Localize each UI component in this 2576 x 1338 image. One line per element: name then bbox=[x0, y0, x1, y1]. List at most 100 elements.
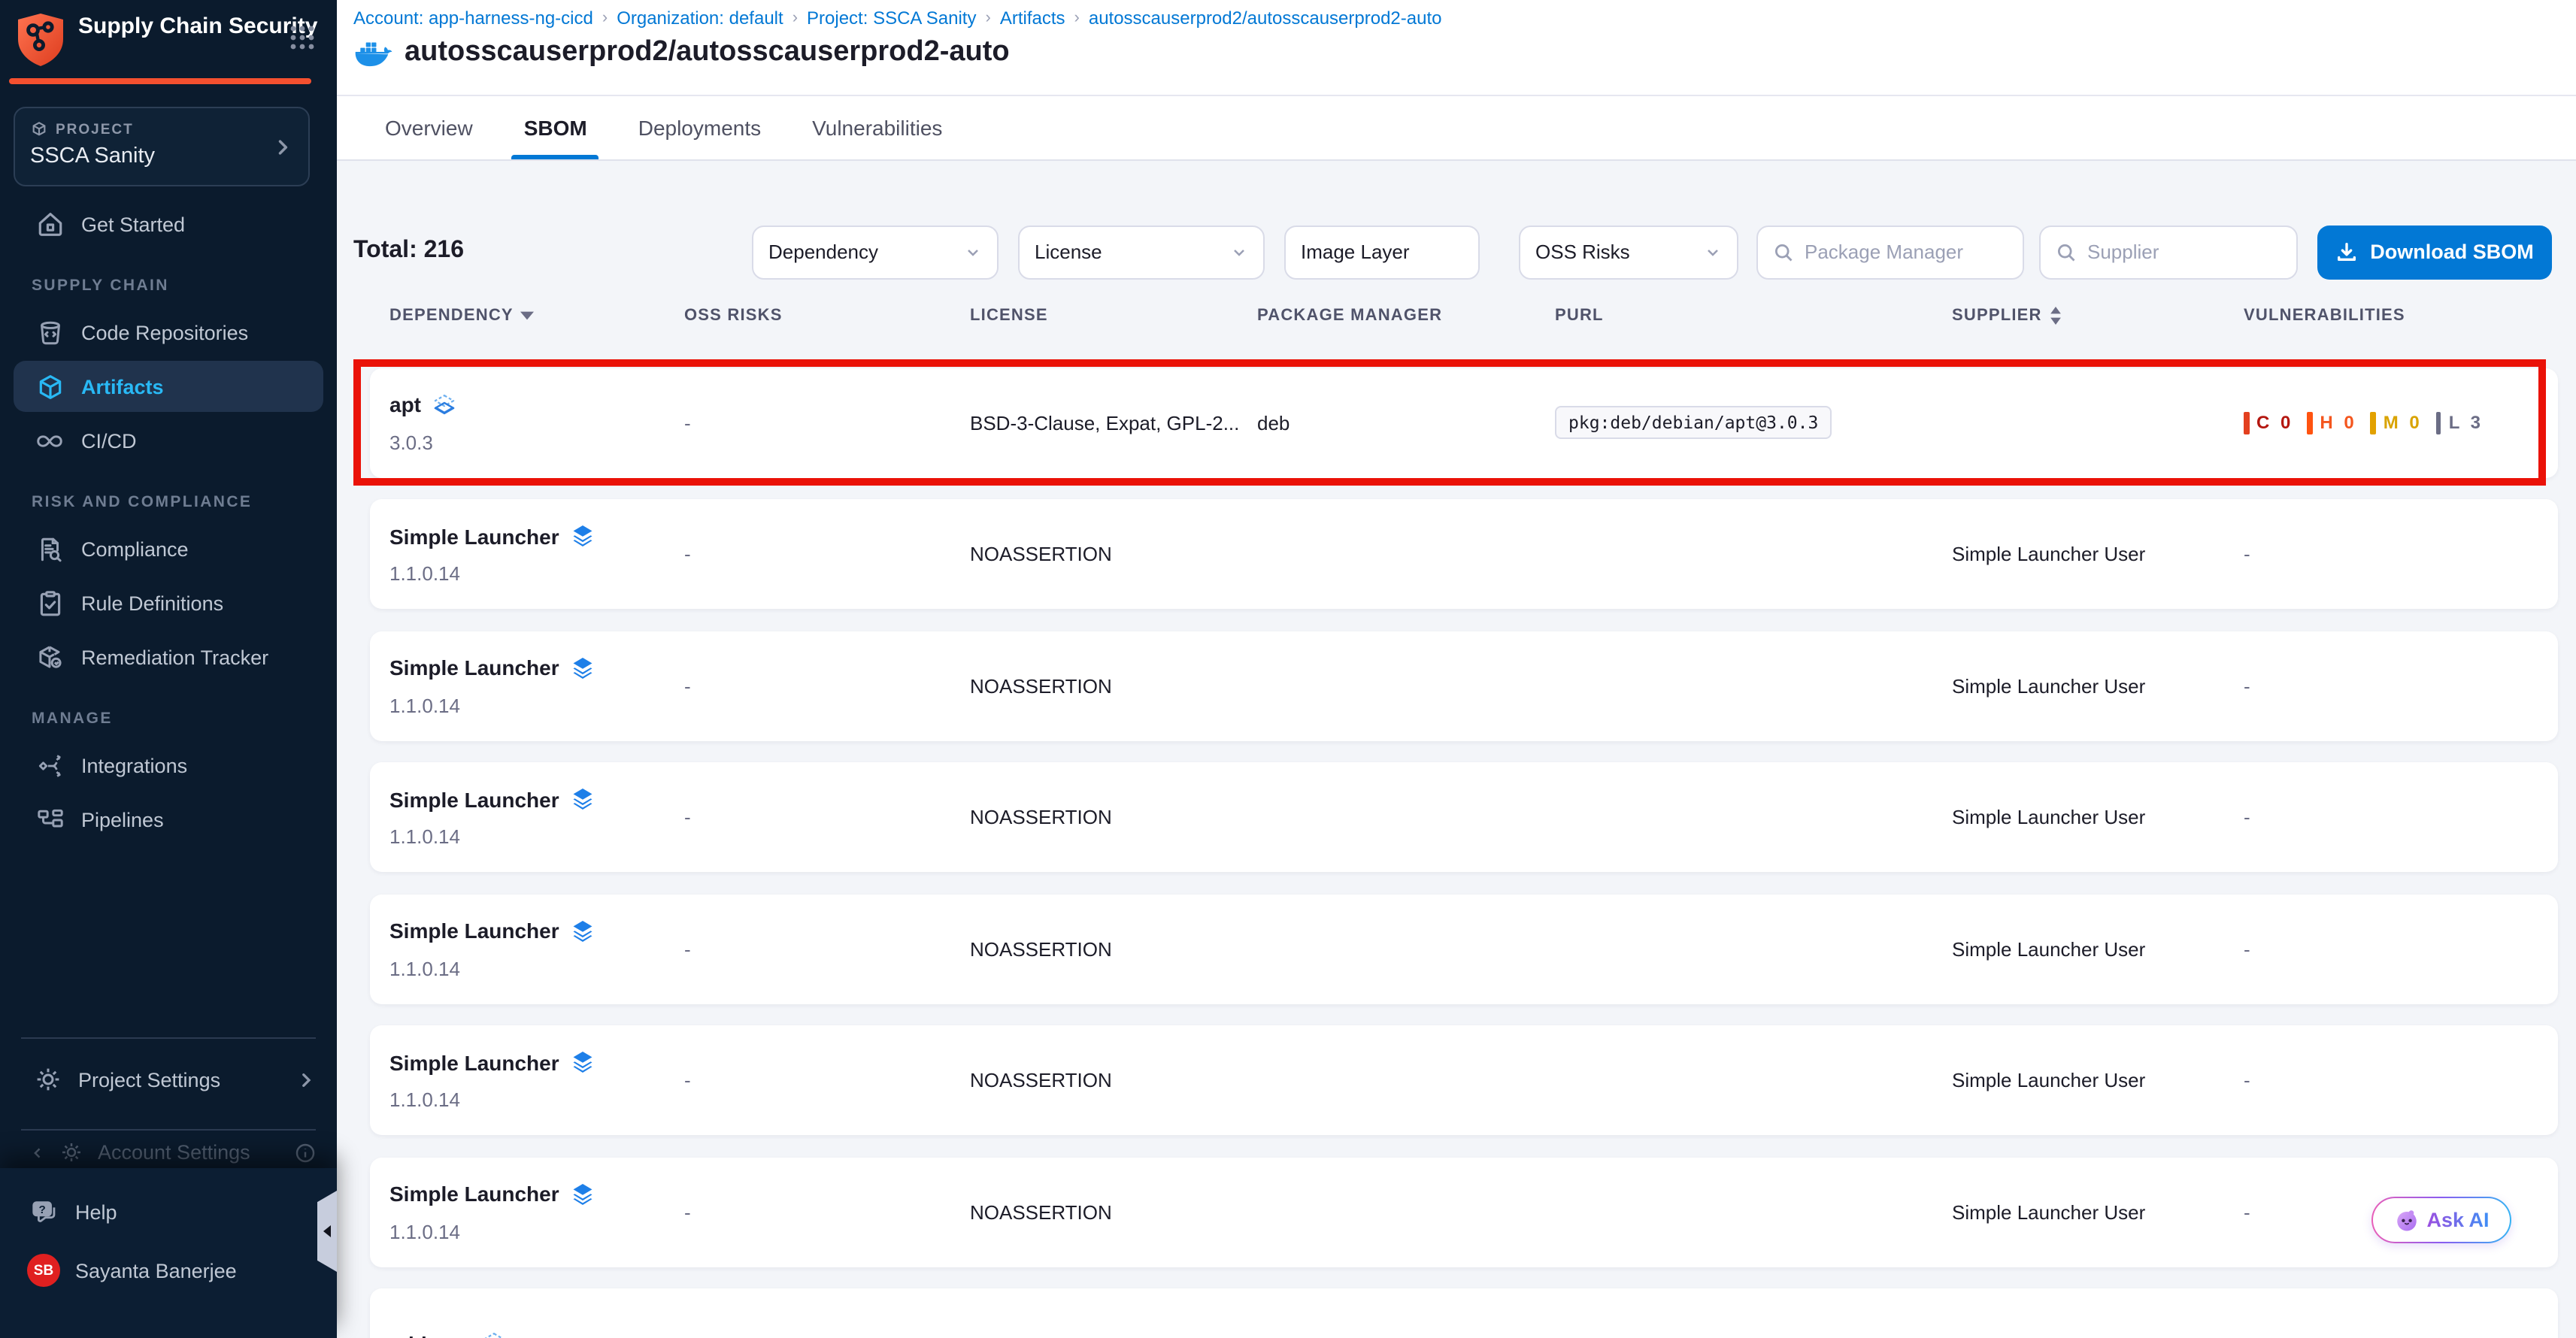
column-header-purl[interactable]: PURL bbox=[1555, 306, 1952, 324]
sidebar-item-ci-cd[interactable]: CI/CD bbox=[14, 415, 323, 466]
filter-image-layer[interactable]: Image Layer bbox=[1284, 225, 1480, 279]
page-header: Account: app-harness-ng-cicd › Organizatio… bbox=[337, 0, 2576, 95]
dependency-version: 1.1.0.14 bbox=[389, 562, 684, 585]
ask-ai-button[interactable]: Ask AI bbox=[2371, 1196, 2511, 1243]
breadcrumb-separator: › bbox=[985, 9, 990, 27]
table-row[interactable]: adduser bbox=[370, 1288, 2558, 1337]
severity-count: L 3 bbox=[2449, 412, 2484, 433]
layers-filled-icon bbox=[570, 523, 596, 549]
supplier-value: Simple Launcher User bbox=[1952, 1069, 2244, 1091]
divider bbox=[21, 1037, 316, 1039]
module-grid-icon[interactable] bbox=[289, 24, 316, 51]
project-settings-label: Project Settings bbox=[78, 1068, 220, 1091]
project-label: PROJECT bbox=[56, 121, 134, 138]
filter-dependency[interactable]: Dependency bbox=[752, 225, 999, 279]
sbom-content: Total: 216 Dependency License Image Laye… bbox=[337, 160, 2576, 1337]
clipboard-check-icon bbox=[35, 589, 65, 617]
download-sbom-label: Download SBOM bbox=[2370, 241, 2534, 263]
download-sbom-button[interactable]: Download SBOM bbox=[2317, 225, 2552, 279]
sidebar-item-account-settings[interactable]: Account Settings bbox=[0, 1135, 337, 1170]
oss-risks-value: - bbox=[684, 543, 970, 565]
filter-oss-risks[interactable]: OSS Risks bbox=[1519, 225, 1738, 279]
sidebar-item-integrations[interactable]: Integrations bbox=[14, 740, 323, 791]
repo-icon bbox=[35, 318, 65, 347]
avatar: SB bbox=[27, 1254, 60, 1287]
table-row[interactable]: apt3.0.3-BSD-3-Clause, Expat, GPL-2...de… bbox=[370, 368, 2558, 477]
sidebar-item-get-started[interactable]: Get Started bbox=[14, 198, 323, 250]
nav-item-label: Compliance bbox=[81, 537, 189, 560]
column-header-license[interactable]: LICENSE bbox=[970, 306, 1257, 324]
sbom-rows: apt3.0.3-BSD-3-Clause, Expat, GPL-2...de… bbox=[370, 368, 2558, 1337]
chevron-down-icon bbox=[1230, 243, 1248, 261]
breadcrumb-link[interactable]: Organization: default bbox=[617, 8, 783, 29]
ask-ai-label: Ask AI bbox=[2426, 1208, 2489, 1231]
dependency-name: Simple Launcher bbox=[389, 1182, 559, 1206]
sidebar-bottom-panel: ? Help SB Sayanta Banerjee bbox=[0, 1168, 337, 1338]
table-row[interactable]: Simple Launcher1.1.0.14-NOASSERTIONSimpl… bbox=[370, 1157, 2558, 1267]
search-icon bbox=[1773, 241, 1794, 262]
supplier-value: Simple Launcher User bbox=[1952, 674, 2244, 697]
vulnerabilities-cell: - bbox=[2244, 543, 2558, 565]
user-menu[interactable]: SB Sayanta Banerjee bbox=[0, 1239, 337, 1299]
filter-dependency-label: Dependency bbox=[768, 241, 878, 263]
table-row[interactable]: Simple Launcher1.1.0.14-NOASSERTIONSimpl… bbox=[370, 762, 2558, 872]
tab-vulnerabilities[interactable]: Vulnerabilities bbox=[812, 95, 942, 159]
account-settings-label: Account Settings bbox=[98, 1141, 250, 1164]
tab-bar: Overview SBOM Deployments Vulnerabilities bbox=[337, 95, 2576, 160]
license-value: BSD-3-Clause, Expat, GPL-2... bbox=[970, 411, 1257, 434]
severity-badge-high: H 0 bbox=[2307, 411, 2356, 434]
integrations-icon bbox=[35, 751, 65, 779]
sidebar-item-help[interactable]: ? Help bbox=[0, 1168, 337, 1239]
infinity-icon bbox=[35, 426, 65, 455]
filter-oss-risks-label: OSS Risks bbox=[1535, 241, 1630, 263]
sidebar-item-artifacts[interactable]: Artifacts bbox=[14, 361, 323, 412]
package-manager-input[interactable] bbox=[1805, 241, 2008, 263]
dependency-name: Simple Launcher bbox=[389, 919, 559, 943]
home-icon bbox=[35, 210, 65, 238]
breadcrumb-separator: › bbox=[792, 9, 798, 27]
column-header-dependency[interactable]: DEPENDENCY bbox=[389, 306, 684, 324]
sidebar-item-project-settings[interactable]: Project Settings bbox=[0, 1054, 337, 1105]
oss-risks-value: - bbox=[684, 937, 970, 960]
sidebar-collapse-handle[interactable] bbox=[317, 1191, 337, 1272]
breadcrumb-link[interactable]: Artifacts bbox=[1000, 8, 1065, 29]
breadcrumb-link[interactable]: Account: app-harness-ng-cicd bbox=[353, 8, 593, 29]
sidebar-item-remediation-tracker[interactable]: Remediation Tracker bbox=[14, 631, 323, 683]
column-header-oss-risks[interactable]: OSS RISKS bbox=[684, 306, 970, 324]
column-header-vulnerabilities[interactable]: VULNERABILITIES bbox=[2244, 306, 2543, 324]
project-selector[interactable]: PROJECT SSCA Sanity bbox=[14, 107, 310, 186]
breadcrumb-link[interactable]: Project: SSCA Sanity bbox=[807, 8, 976, 29]
tab-deployments[interactable]: Deployments bbox=[638, 95, 761, 159]
package-manager-search bbox=[1756, 225, 2024, 279]
collapse-left-icon bbox=[323, 1225, 331, 1237]
supplier-input[interactable] bbox=[2087, 241, 2281, 263]
license-value: NOASSERTION bbox=[970, 543, 1257, 565]
purl-chip[interactable]: pkg:deb/debian/apt@3.0.3 bbox=[1555, 406, 1832, 439]
filter-license[interactable]: License bbox=[1018, 225, 1265, 279]
breadcrumb-link[interactable]: autosscauserprod2/autosscauserprod2-auto bbox=[1089, 8, 1442, 29]
supply-chain-security-logo-icon bbox=[15, 12, 66, 68]
table-row[interactable]: Simple Launcher1.1.0.14-NOASSERTIONSimpl… bbox=[370, 1025, 2558, 1135]
column-header-package-manager[interactable]: PACKAGE MANAGER bbox=[1257, 306, 1555, 324]
table-row[interactable]: Simple Launcher1.1.0.14-NOASSERTIONSimpl… bbox=[370, 631, 2558, 740]
sidebar-item-rule-definitions[interactable]: Rule Definitions bbox=[14, 577, 323, 628]
tab-sbom[interactable]: SBOM bbox=[524, 95, 587, 159]
sidebar-item-code-repositories[interactable]: Code Repositories bbox=[14, 307, 323, 358]
sidebar-item-compliance[interactable]: Compliance bbox=[14, 523, 323, 574]
dependency-version: 3.0.3 bbox=[389, 431, 684, 453]
layers-outline-icon bbox=[482, 1330, 508, 1337]
supplier-value: Simple Launcher User bbox=[1952, 937, 2244, 960]
dependency-name: Simple Launcher bbox=[389, 787, 559, 811]
column-header-supplier[interactable]: SUPPLIER bbox=[1952, 306, 2244, 324]
nav-section-label: SUPPLY CHAIN bbox=[0, 253, 337, 304]
sidebar-item-pipelines[interactable]: Pipelines bbox=[14, 794, 323, 845]
severity-badge-medium: M 0 bbox=[2371, 411, 2423, 434]
table-row[interactable]: Simple Launcher1.1.0.14-NOASSERTIONSimpl… bbox=[370, 499, 2558, 609]
nav-item-label: Pipelines bbox=[81, 808, 164, 831]
severity-count: M 0 bbox=[2384, 412, 2423, 433]
tab-overview[interactable]: Overview bbox=[385, 95, 473, 159]
table-row[interactable]: Simple Launcher1.1.0.14-NOASSERTIONSimpl… bbox=[370, 894, 2558, 1004]
severity-bar bbox=[2436, 411, 2441, 434]
filter-license-label: License bbox=[1035, 241, 1102, 263]
dependency-version: 1.1.0.14 bbox=[389, 957, 684, 979]
